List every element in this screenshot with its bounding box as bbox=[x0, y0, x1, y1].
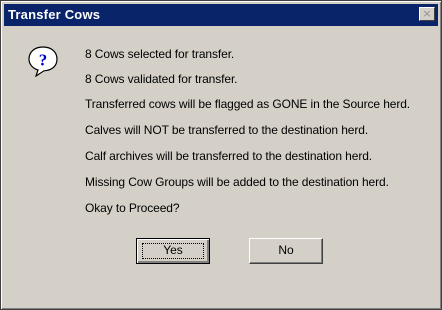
message-flagged: Transferred cows will be flagged as GONE… bbox=[85, 97, 411, 111]
message-validated: 8 Cows validated for transfer. bbox=[85, 72, 238, 86]
transfer-cows-dialog: Transfer Cows × ? 8 Cows selected for tr… bbox=[0, 0, 442, 310]
title-bar[interactable]: Transfer Cows × bbox=[4, 4, 438, 26]
yes-button[interactable]: Yes bbox=[136, 238, 210, 264]
question-icon: ? bbox=[28, 46, 58, 77]
message-calves: Calves will NOT be transferred to the de… bbox=[85, 123, 369, 137]
close-button[interactable]: × bbox=[419, 7, 435, 21]
no-button[interactable]: No bbox=[249, 238, 323, 264]
window-title: Transfer Cows bbox=[8, 7, 101, 22]
no-button-label: No bbox=[278, 243, 294, 257]
message-groups: Missing Cow Groups will be added to the … bbox=[85, 175, 389, 189]
close-icon: × bbox=[422, 7, 432, 20]
message-archives: Calf archives will be transferred to the… bbox=[85, 149, 373, 163]
svg-text:?: ? bbox=[39, 51, 48, 70]
message-proceed: Okay to Proceed? bbox=[85, 201, 180, 215]
message-selected: 8 Cows selected for transfer. bbox=[85, 47, 235, 61]
yes-button-label: Yes bbox=[163, 243, 183, 257]
